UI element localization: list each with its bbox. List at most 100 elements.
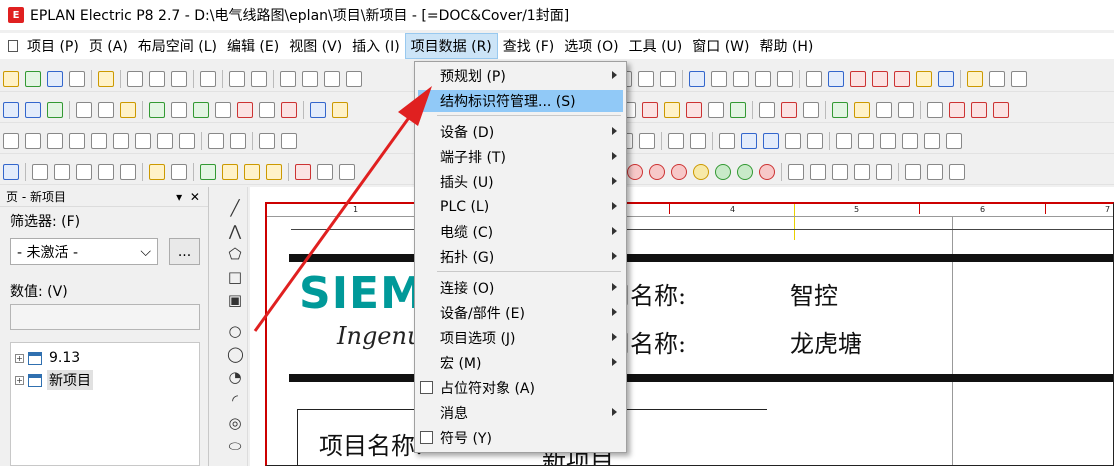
circle-yellow-icon[interactable] <box>693 164 710 180</box>
device-8-icon[interactable] <box>730 102 747 118</box>
flag-icon[interactable] <box>237 102 253 118</box>
symbol-18-icon[interactable] <box>668 133 685 149</box>
menu-item-terminal-strips[interactable]: 端子排 (T) <box>418 146 623 168</box>
symbol-28-icon[interactable] <box>924 133 941 149</box>
symbol-25-icon[interactable] <box>858 133 875 149</box>
check-2-icon[interactable] <box>193 102 209 118</box>
menu-item-macros[interactable]: 宏 (M) <box>418 352 623 374</box>
box-4-icon[interactable] <box>854 164 871 180</box>
menu-find[interactable]: 查找 (F) <box>498 34 559 58</box>
forward-arrow-icon[interactable] <box>660 71 677 87</box>
label-icon[interactable] <box>916 71 933 87</box>
box-icon[interactable] <box>788 164 805 180</box>
location-icon[interactable] <box>836 133 853 149</box>
device-9-icon[interactable] <box>759 102 776 118</box>
line-tool-icon[interactable]: ╱ <box>227 201 243 216</box>
numbering-2-icon[interactable] <box>98 102 114 118</box>
symbol-icon[interactable] <box>3 133 19 149</box>
delete-icon[interactable] <box>281 102 297 118</box>
numbering-icon[interactable] <box>76 102 92 118</box>
device-7-icon[interactable] <box>708 102 725 118</box>
menu-tools[interactable]: 工具 (U) <box>624 34 688 58</box>
grid-a-icon[interactable] <box>689 71 706 87</box>
device-4-icon[interactable] <box>642 102 659 118</box>
menu-item-preplanning[interactable]: 预规划 (P) <box>418 65 623 87</box>
device-12-icon[interactable] <box>832 102 849 118</box>
symbol-17-icon[interactable] <box>639 133 656 149</box>
magnet-icon[interactable] <box>850 71 867 87</box>
diamond-2-icon[interactable] <box>927 164 944 180</box>
circle-red-2-icon[interactable] <box>649 164 666 180</box>
circle-2-tool-icon[interactable]: ◯ <box>227 347 244 362</box>
drawing-canvas[interactable]: 1 4 5 6 7 SIEMENS Ingenuity for life 公司名… <box>250 187 1114 466</box>
device-5-icon[interactable] <box>664 102 681 118</box>
new-project-icon[interactable] <box>3 71 19 87</box>
menu-item-placeholder-objects[interactable]: 占位符对象 (A) <box>418 377 623 399</box>
box-5-icon[interactable] <box>876 164 893 180</box>
symbol-20-icon[interactable] <box>719 133 736 149</box>
menu-item-devices-parts[interactable]: 设备/部件 (E) <box>418 302 623 324</box>
numbering-3-icon[interactable] <box>120 102 136 118</box>
graphic-4-icon[interactable] <box>98 164 114 180</box>
menu-item-structure-identifier[interactable]: 结构标识符管理... (S) <box>418 90 623 112</box>
redo-icon[interactable] <box>324 71 340 87</box>
pointer-icon[interactable] <box>3 164 19 180</box>
menu-item-project-options[interactable]: 项目选项 (J) <box>418 327 623 349</box>
tree-node[interactable]: + 9.13 <box>11 347 199 369</box>
menu-view[interactable]: 视图 (V) <box>284 34 347 58</box>
symbol-6-icon[interactable] <box>113 133 129 149</box>
image-tool-icon[interactable]: ▣ <box>227 293 243 308</box>
format-brush-icon[interactable] <box>229 71 245 87</box>
graphic-6-icon[interactable] <box>149 164 165 180</box>
symbol-4-icon[interactable] <box>69 133 85 149</box>
run-icon[interactable] <box>259 102 275 118</box>
filter-browse-button[interactable]: ... <box>169 238 200 265</box>
puzzle-icon[interactable] <box>47 102 63 118</box>
menu-item-plc[interactable]: PLC (L) <box>418 196 623 218</box>
print-icon[interactable] <box>69 71 85 87</box>
menu-item-messages[interactable]: 消息 <box>418 402 623 424</box>
view-icon[interactable] <box>938 71 955 87</box>
back-arrow-icon[interactable] <box>638 71 655 87</box>
graphic-2-icon[interactable] <box>54 164 70 180</box>
menu-item-plugs[interactable]: 插头 (U) <box>418 171 623 193</box>
arc-3-tool-icon[interactable]: ◎ <box>227 416 243 431</box>
grid-d-icon[interactable] <box>755 71 772 87</box>
copy-icon[interactable] <box>149 71 165 87</box>
graphic-7-icon[interactable] <box>171 164 187 180</box>
filter-dropdown[interactable]: - 未激活 - ⌵ <box>10 238 158 265</box>
menu-options[interactable]: 选项 (O) <box>559 34 623 58</box>
menu-item-symbols[interactable]: 符号 (Y) <box>418 427 623 449</box>
more-icon[interactable] <box>1011 71 1028 87</box>
grid-icon[interactable] <box>806 71 823 87</box>
undo-icon[interactable] <box>280 71 296 87</box>
format-brush-2-icon[interactable] <box>251 71 267 87</box>
circle-green-2-icon[interactable] <box>737 164 754 180</box>
symbol-23-icon[interactable] <box>785 133 802 149</box>
symbol-22-icon[interactable] <box>763 133 780 149</box>
menu-project[interactable]: 项目 (P) <box>22 34 84 58</box>
omega-icon[interactable] <box>872 71 889 87</box>
wrench-icon[interactable] <box>98 71 114 87</box>
graphic-8-icon[interactable] <box>200 164 216 180</box>
wifi-icon[interactable] <box>989 71 1006 87</box>
graphic-13-icon[interactable] <box>317 164 333 180</box>
device-13-icon[interactable] <box>854 102 871 118</box>
graphic-5-icon[interactable] <box>120 164 136 180</box>
symbol-13-icon[interactable] <box>281 133 297 149</box>
symbol-9-icon[interactable] <box>179 133 195 149</box>
device-10-icon[interactable] <box>781 102 798 118</box>
menu-window[interactable]: 窗口 (W) <box>687 34 754 58</box>
settings-icon[interactable] <box>171 102 187 118</box>
circle-green-icon[interactable] <box>715 164 732 180</box>
menu-edit[interactable]: 编辑 (E) <box>222 34 284 58</box>
device-14-icon[interactable] <box>876 102 893 118</box>
circle-tool-icon[interactable]: ○ <box>227 324 243 339</box>
report-2-icon[interactable] <box>332 102 348 118</box>
graphic-10-icon[interactable] <box>244 164 260 180</box>
device-18-icon[interactable] <box>971 102 988 118</box>
device-19-icon[interactable] <box>993 102 1010 118</box>
graphic-9-icon[interactable] <box>222 164 238 180</box>
menu-item-cables[interactable]: 电缆 (C) <box>418 221 623 243</box>
diamond-icon[interactable] <box>905 164 922 180</box>
